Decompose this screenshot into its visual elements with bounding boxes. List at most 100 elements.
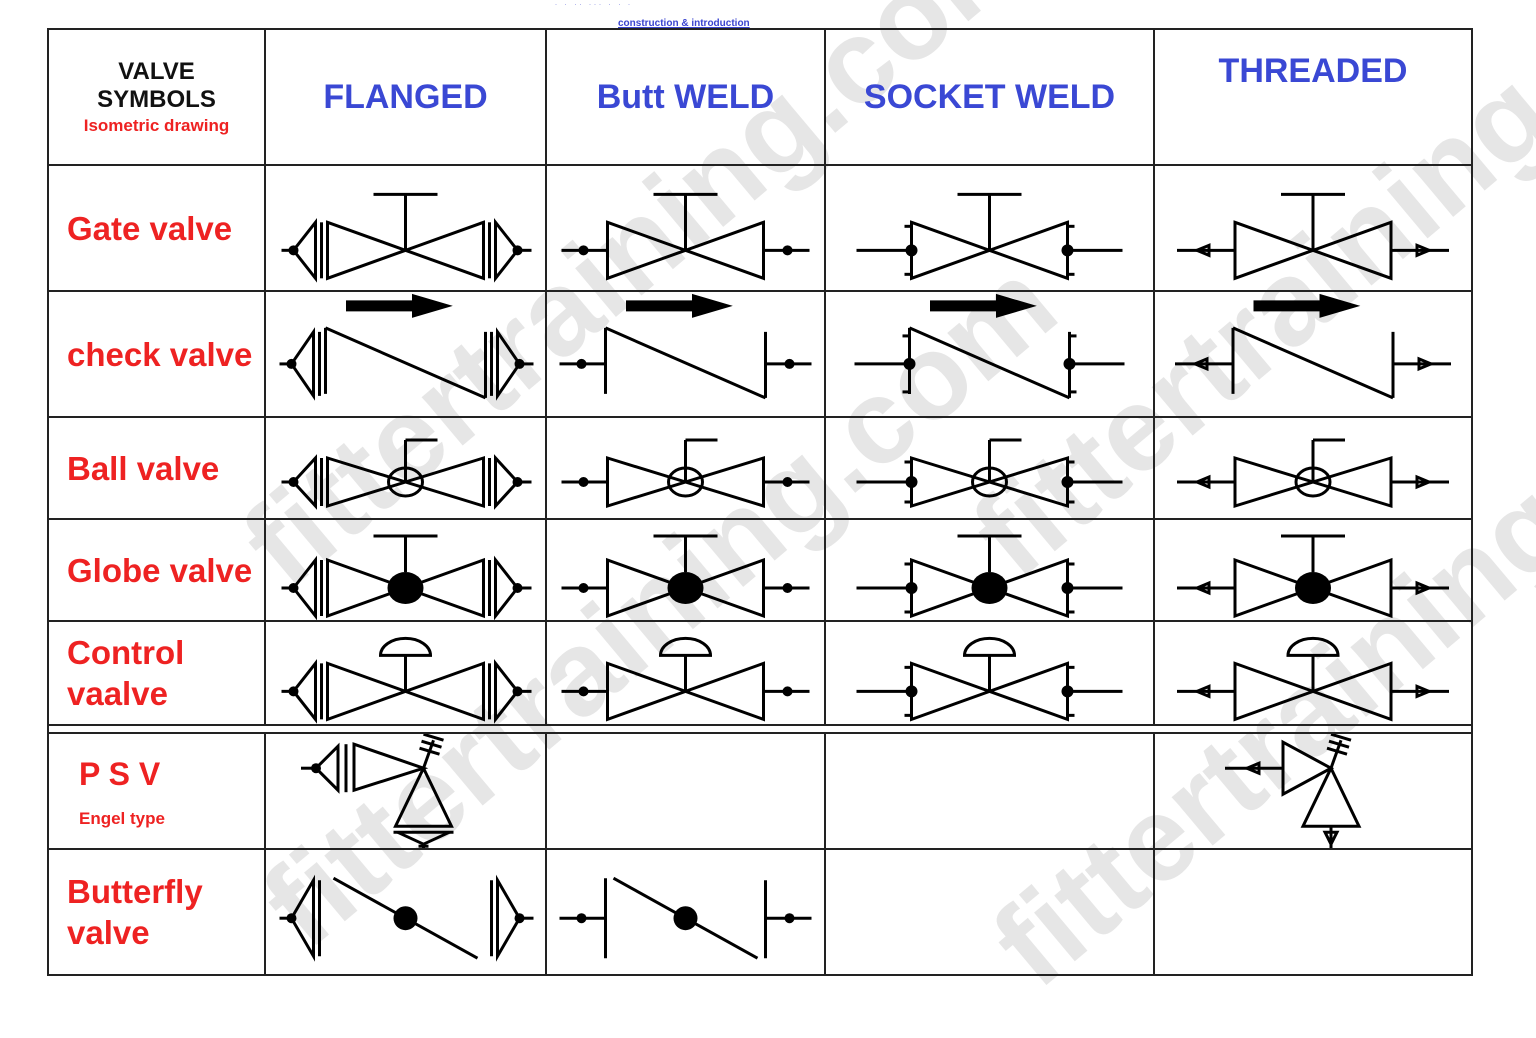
valve-body-left: [1233, 455, 1319, 509]
symbol-cell-flanged: [264, 518, 547, 622]
valve-body-right: [401, 661, 485, 722]
symbol-cell-flanged: [264, 164, 547, 292]
header-artifact-dots: · · ·· ··· · · ·: [555, 2, 633, 8]
valve-body-right: [680, 455, 765, 509]
valve-body-right: [1307, 455, 1393, 509]
valve-symbol: [1177, 192, 1449, 281]
valve-symbol: [281, 534, 532, 620]
butterfly-disc: [393, 906, 418, 931]
valve-body-right: [400, 455, 485, 509]
valve-symbol: [1155, 850, 1471, 974]
weld-dot: [576, 358, 587, 369]
symbol-table: VALVE SYMBOLS Isometric drawing FLANGED …: [47, 28, 1473, 976]
column-header-flanged: FLANGED: [264, 28, 547, 166]
weld-dot: [578, 477, 589, 487]
valve-name: check valve: [67, 335, 253, 373]
row-label-cell: Ball valve: [47, 416, 266, 520]
table-title-cell: VALVE SYMBOLS Isometric drawing: [47, 28, 266, 166]
globe-disc: [971, 572, 1008, 604]
symbol-cell-butt-weld: [545, 620, 826, 726]
flow-arrow: [346, 293, 453, 318]
separator-cell: [47, 724, 1473, 734]
valve-symbol: [559, 876, 812, 960]
symbol-cell-socket-weld: [824, 518, 1155, 622]
valve-symbol: [561, 636, 810, 722]
symbol-cell-butt-weld: [545, 848, 826, 976]
valve-symbol: [826, 850, 1153, 974]
valve-body-right: [985, 661, 1069, 722]
valve-symbol: [856, 192, 1123, 281]
symbol-cell-butt-weld: [545, 164, 826, 292]
valve-symbol: [279, 874, 534, 962]
symbol-cell-socket-weld: [824, 732, 1155, 850]
valve-symbol: [1225, 734, 1362, 848]
row-label-cell: Globe valve: [47, 518, 266, 622]
symbol-cell-threaded: [1153, 290, 1473, 418]
weld-dot: [576, 913, 587, 924]
valve-symbol: [826, 734, 1153, 848]
weld-dot: [784, 913, 795, 924]
column-header-threaded: THREADED: [1153, 28, 1473, 166]
valve-symbol: [561, 438, 810, 509]
valve-body-right: [401, 220, 485, 281]
valve-body-left: [910, 455, 995, 509]
diaphragm-actuator: [378, 636, 433, 657]
valve-body-right: [984, 455, 1069, 509]
symbol-cell-butt-weld: [545, 518, 826, 622]
table-row: check valve: [47, 290, 1473, 418]
header-row: VALVE SYMBOLS Isometric drawing FLANGED …: [47, 28, 1473, 166]
table-row: Globe valve: [47, 518, 1473, 622]
spring-tick: [423, 734, 444, 742]
valve-symbol: [301, 734, 454, 848]
valve-body-left: [606, 661, 690, 722]
column-header-socket-weld: SOCKET WELD: [824, 28, 1155, 166]
valve-name: P S V: [79, 756, 161, 792]
check-disc-line: [1232, 326, 1394, 400]
table-row: P S V Engel type: [47, 732, 1473, 850]
column-header-butt-weld: Butt WELD: [545, 28, 826, 166]
symbol-cell-threaded: [1153, 164, 1473, 292]
valve-body-left: [1233, 220, 1318, 281]
valve-symbol: [559, 293, 812, 400]
weld-dot: [782, 583, 793, 593]
weld-dot: [578, 245, 589, 256]
valve-body-left: [910, 220, 994, 281]
valve-body-right: [681, 220, 765, 281]
diaphragm-actuator: [1286, 636, 1340, 657]
symbol-cell-socket-weld: [824, 848, 1155, 976]
valve-symbol: [561, 534, 810, 619]
symbol-cell-butt-weld: [545, 416, 826, 520]
check-disc-line: [604, 326, 767, 400]
weld-dot: [578, 686, 589, 697]
valve-symbol: [856, 438, 1123, 509]
valve-name: Control vaalve: [67, 634, 185, 712]
symbol-cell-flanged: [264, 416, 547, 520]
symbol-cell-threaded: [1153, 848, 1473, 976]
row-label-cell: Gate valve: [47, 164, 266, 292]
outlet-cone: [422, 830, 451, 846]
weld-dot: [782, 245, 793, 256]
spring-tick: [1330, 734, 1352, 742]
psv-outlet-body: [393, 764, 454, 828]
symbol-cell-threaded: [1153, 732, 1473, 850]
row-label-cell: P S V Engel type: [47, 732, 266, 850]
valve-body-left: [326, 455, 411, 509]
valve-body-right: [985, 220, 1069, 281]
symbol-cell-socket-weld: [824, 164, 1155, 292]
valve-body-left: [326, 220, 410, 281]
weld-dot: [782, 686, 793, 697]
globe-disc: [1295, 572, 1331, 604]
outlet-cone: [396, 830, 425, 846]
valve-body-right: [1308, 661, 1393, 722]
symbol-cell-socket-weld: [824, 620, 1155, 726]
valve-symbol-chart: fittertraining.com fittertraining.com fi…: [47, 0, 1536, 1012]
valve-symbol: [1175, 293, 1451, 400]
table-row: Butterfly valve: [47, 848, 1473, 976]
globe-disc: [387, 572, 424, 604]
valve-symbol: [1177, 636, 1449, 722]
valve-name: Butterfly valve: [67, 873, 203, 951]
valve-body-left: [606, 220, 690, 281]
weld-dot: [784, 358, 795, 369]
symbol-cell-threaded: [1153, 620, 1473, 726]
weld-dot: [578, 583, 589, 593]
